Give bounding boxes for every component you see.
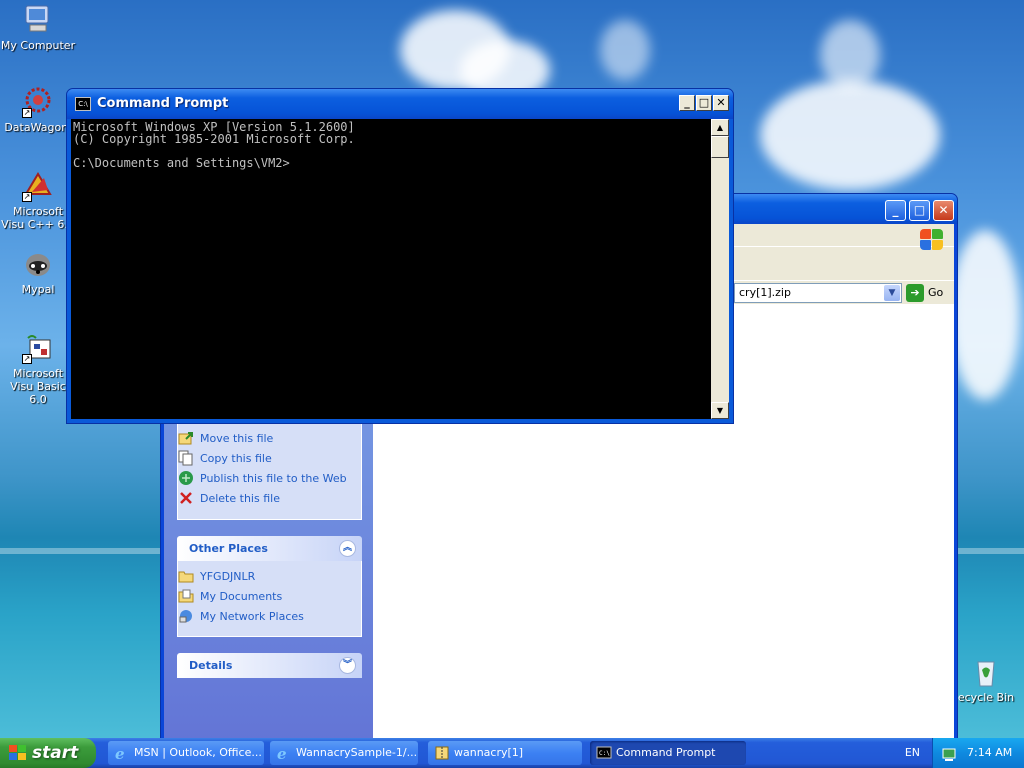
svg-text:e: e (277, 745, 287, 761)
scroll-up-icon[interactable]: ▲ (711, 119, 729, 136)
folder-icon (178, 568, 194, 584)
maximize-button[interactable]: □ (696, 95, 712, 111)
windows-logo-icon (9, 745, 27, 761)
move-icon (178, 430, 194, 446)
console-output[interactable]: Microsoft Windows XP [Version 5.1.2600](… (71, 119, 711, 419)
desktop-icon-mypal[interactable]: Mypal (0, 248, 76, 296)
go-button[interactable]: ➔ Go (906, 283, 954, 303)
desktop-icon-datawagon[interactable]: ↗ DataWagon. (0, 86, 76, 134)
desktop-icon-my-computer[interactable]: My Computer (0, 4, 76, 52)
desktop-icon-label: My Computer (0, 39, 76, 52)
task-copy-file[interactable]: Copy this file (178, 450, 272, 468)
other-places-header[interactable]: Other Places ︽ (177, 536, 362, 561)
delete-icon (178, 490, 194, 506)
window-title: Command Prompt (97, 96, 229, 111)
cmd-icon: C:\ (596, 745, 612, 761)
zip-folder-icon (434, 745, 450, 761)
desktop-icon-visual-basic[interactable]: ↗ Microsoft Visu Basic 6.0 (0, 332, 76, 406)
scroll-down-icon[interactable]: ▼ (711, 402, 729, 419)
shortcut-arrow-icon: ↗ (22, 354, 32, 364)
command-prompt-window[interactable]: C:\ Command Prompt _ □ ✕ Microsoft Windo… (66, 88, 734, 424)
taskbar-button-wannacry-sample[interactable]: e WannacrySample-1/... (270, 741, 418, 765)
publish-icon (178, 470, 194, 486)
start-label: start (32, 743, 79, 763)
desktop-icon-label: Microsoft Visu C++ 6.0 (1, 205, 75, 231)
task-publish-file[interactable]: Publish this file to the Web (178, 470, 347, 488)
place-my-documents[interactable]: My Documents (178, 588, 282, 606)
taskbar-button-msn[interactable]: e MSN | Outlook, Office... (108, 741, 264, 765)
ie-icon: e (276, 745, 292, 763)
chevron-down-icon[interactable]: ▼ (884, 285, 900, 301)
go-label: Go (928, 286, 944, 299)
cmd-icon: C:\ (75, 97, 91, 111)
desktop-icon-label: ecycle Bin (957, 691, 1015, 704)
minimize-button[interactable]: _ (679, 95, 695, 111)
desktop-icon-recycle-bin[interactable]: ecycle Bin (948, 656, 1024, 704)
scroll-thumb[interactable] (711, 136, 729, 158)
shortcut-arrow-icon: ↗ (22, 108, 32, 118)
address-input[interactable]: cry[1].zip ▼ (734, 283, 902, 303)
copy-icon (178, 450, 194, 466)
language-indicator[interactable]: EN (905, 738, 920, 768)
clock[interactable]: 7:14 AM (967, 738, 1012, 768)
go-arrow-icon: ➔ (906, 284, 924, 302)
vertical-scrollbar[interactable]: ▲ ▼ (711, 119, 729, 419)
place-yfgdjnlr[interactable]: YFGDJNLR (178, 568, 255, 586)
minimize-button[interactable]: _ (885, 200, 906, 221)
network-icon (178, 608, 194, 624)
visual-basic-icon: ↗ (22, 332, 54, 364)
start-button[interactable]: start (0, 738, 96, 768)
recycle-bin-icon (970, 656, 1002, 688)
place-my-network-places[interactable]: My Network Places (178, 608, 304, 626)
taskbar-button-command-prompt[interactable]: C:\ Command Prompt (590, 741, 746, 765)
taskbar-button-wannacry-zip[interactable]: wannacry[1] (428, 741, 582, 765)
system-tray: 7:14 AM (932, 738, 1024, 768)
svg-text:e: e (115, 745, 125, 761)
maximize-button[interactable]: □ (909, 200, 930, 221)
desktop-icon-visual-cpp[interactable]: ↗ Microsoft Visu C++ 6.0 (0, 170, 76, 231)
console-prompt-line: C:\Documents and Settings\VM2> (73, 156, 290, 170)
task-move-file[interactable]: Move this file (178, 430, 273, 448)
chevron-up-icon[interactable]: ︽ (339, 540, 356, 557)
chevron-down-icon[interactable]: ︾ (339, 657, 356, 674)
my-documents-icon (178, 588, 194, 604)
ie-icon: e (114, 745, 130, 763)
svg-text:C:\: C:\ (599, 750, 610, 757)
windows-logo-icon (918, 227, 946, 253)
taskbar: start e MSN | Outlook, Office... e Wanna… (0, 738, 1024, 768)
desktop-icon-label: Mypal (21, 283, 55, 296)
close-button[interactable]: ✕ (933, 200, 954, 221)
console-line: (C) Copyright 1985-2001 Microsoft Corp. (73, 132, 355, 146)
shortcut-arrow-icon: ↗ (22, 192, 32, 202)
details-header[interactable]: Details ︾ (177, 653, 362, 678)
desktop-icon-label: Microsoft Visu Basic 6.0 (10, 367, 66, 406)
close-button[interactable]: ✕ (713, 95, 729, 111)
cmd-title-bar[interactable]: C:\ Command Prompt _ □ ✕ (67, 89, 733, 119)
address-value: cry[1].zip (739, 286, 791, 299)
computer-icon (22, 4, 54, 36)
mypal-icon (22, 248, 54, 280)
visual-cpp-icon: ↗ (22, 170, 54, 202)
task-delete-file[interactable]: Delete this file (178, 490, 280, 508)
datawagon-icon: ↗ (22, 86, 54, 118)
tray-network-icon[interactable] (941, 745, 957, 761)
desktop-icon-label: DataWagon. (4, 121, 72, 134)
